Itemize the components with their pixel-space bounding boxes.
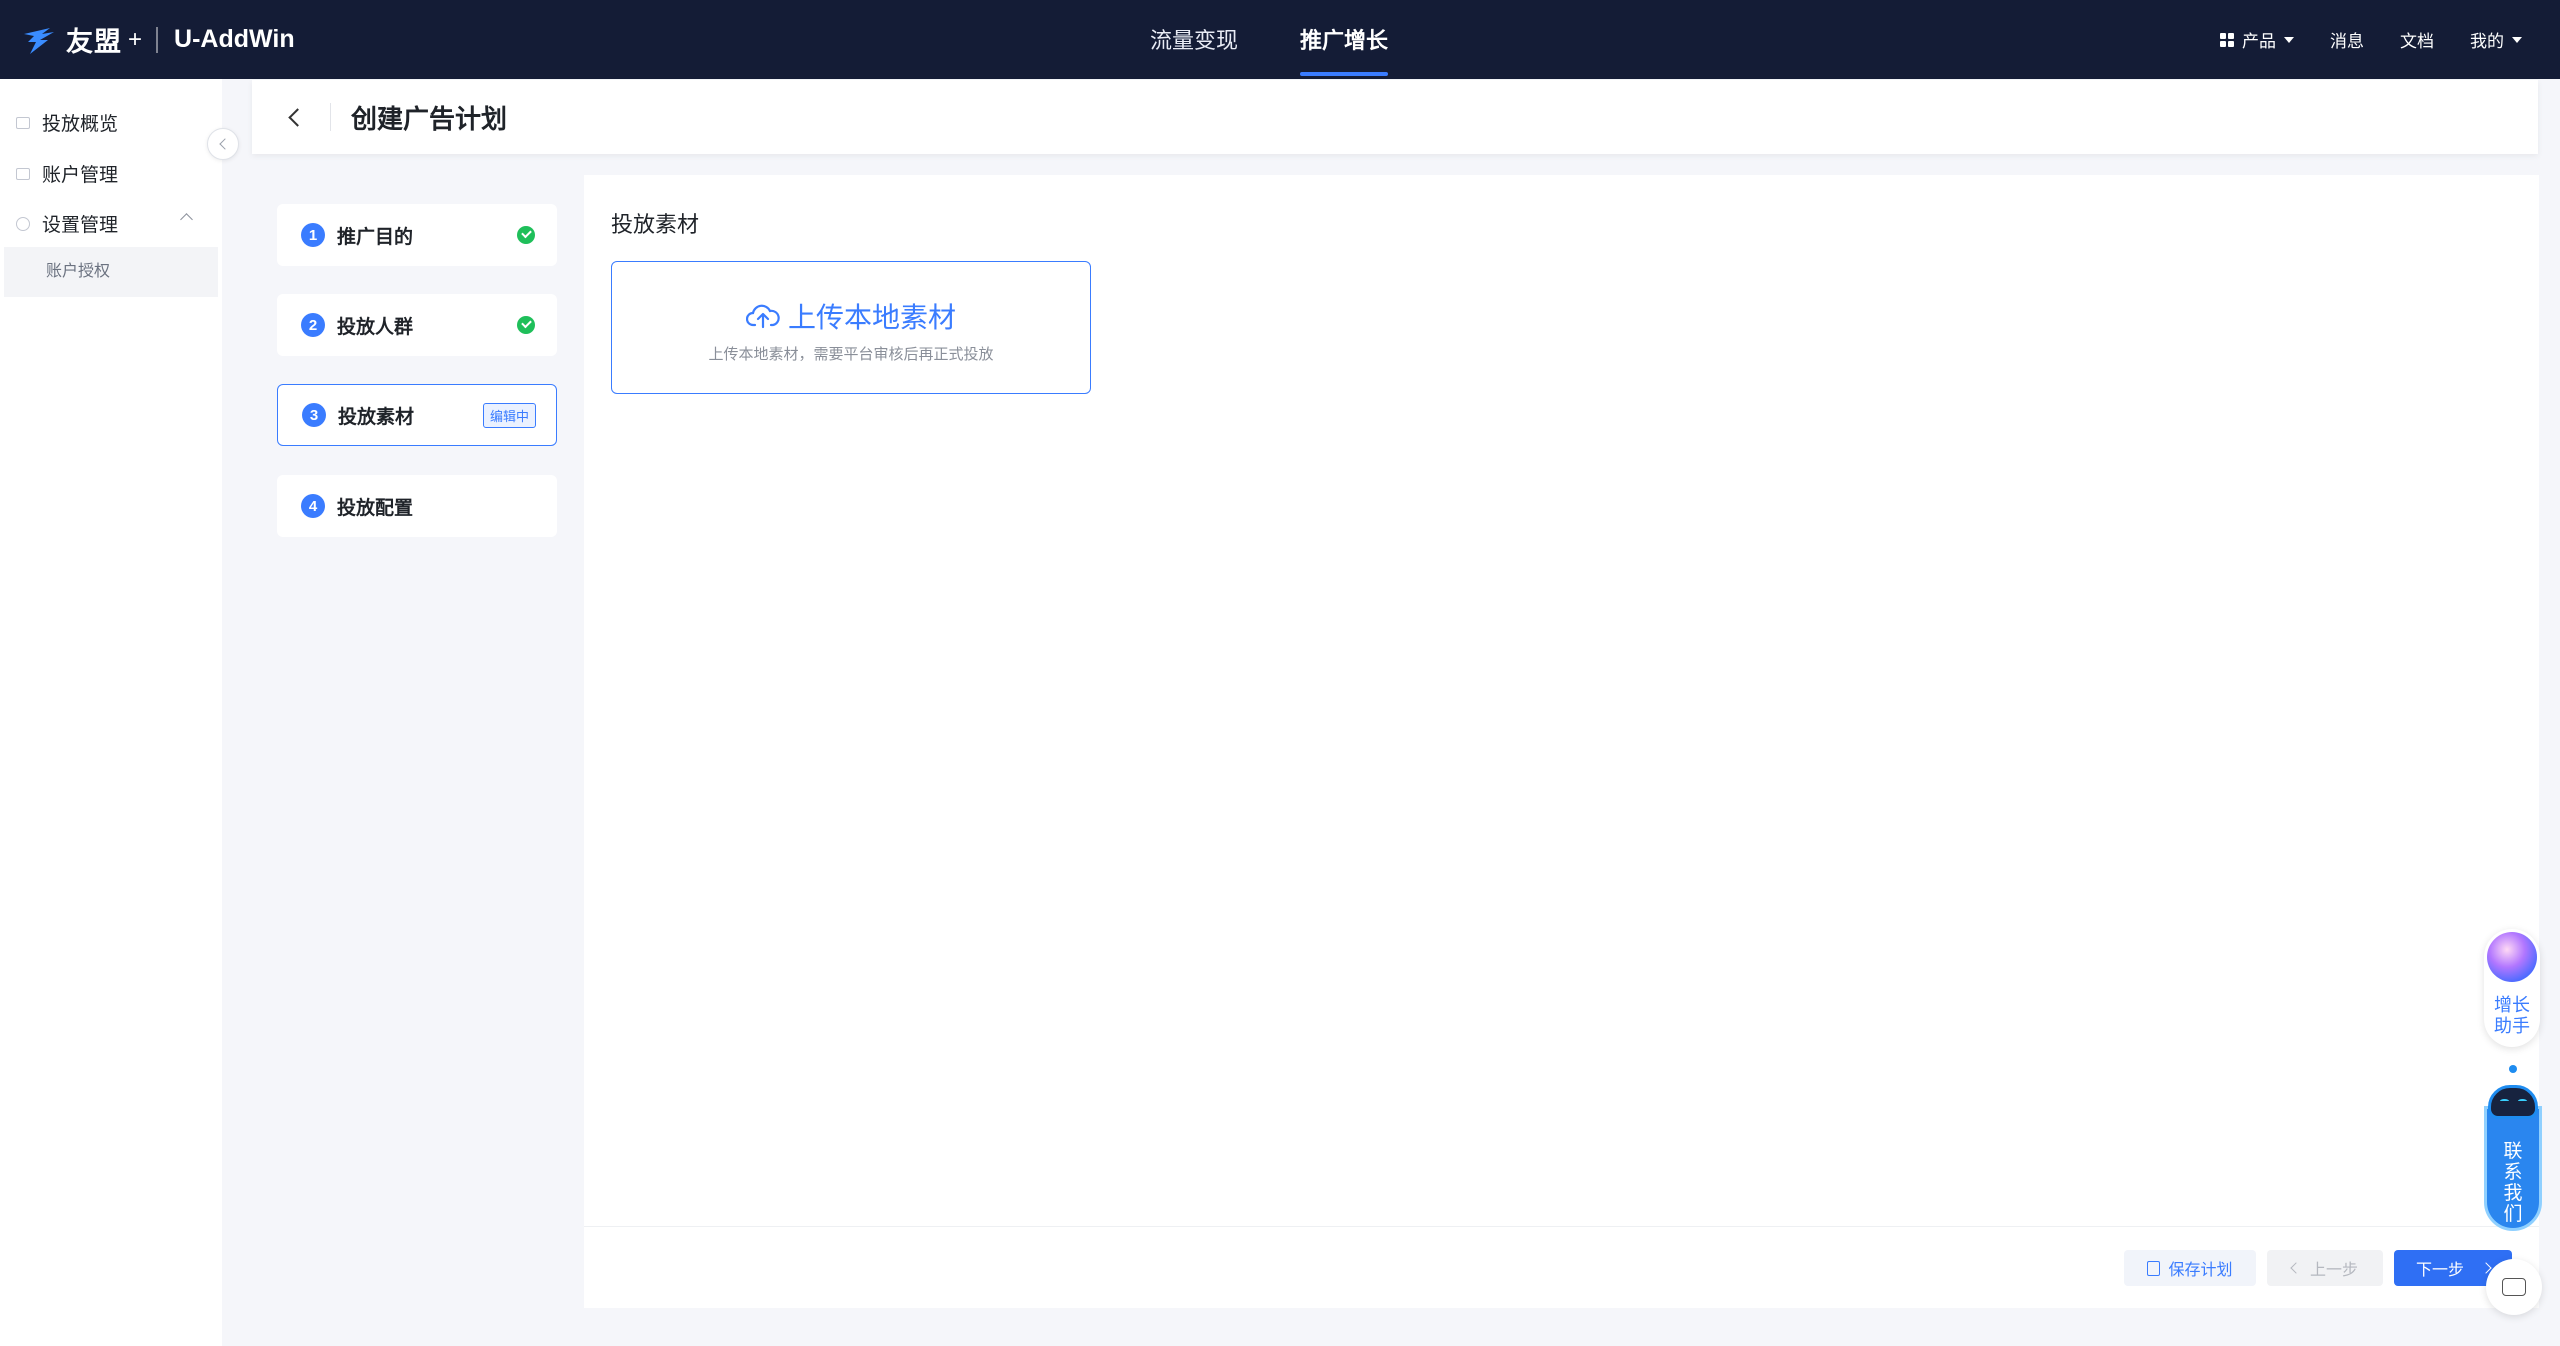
main-nav: 流量变现 推广增长: [1150, 0, 1450, 79]
step-label: 投放素材: [338, 406, 415, 428]
step-creative[interactable]: 3 投放素材 编辑中: [277, 384, 557, 446]
products-label: 产品: [2242, 32, 2276, 51]
page-title: 创建广告计划: [351, 103, 508, 134]
step-config[interactable]: 4 投放配置: [277, 475, 557, 537]
sidebar-item-settings[interactable]: 设置管理: [16, 210, 118, 237]
caret-down-icon: [2512, 36, 2522, 43]
brand-plus: +: [128, 25, 143, 53]
editing-badge: 编辑中: [482, 403, 536, 428]
content-panel: 投放素材 上传本地素材 上传本地素材，需要平台审核后再正式投放 保存计划 上一步…: [584, 175, 2539, 1308]
caret-down-icon: [2284, 36, 2294, 43]
docs-link[interactable]: 文档: [2400, 27, 2434, 52]
back-button[interactable]: [264, 97, 324, 137]
nav-traffic-monetization[interactable]: 流量变现: [1150, 0, 1238, 79]
sidebar-item-account[interactable]: 账户管理: [16, 160, 118, 187]
top-right-menu: 产品 消息 文档 我的: [2184, 0, 2522, 79]
sidebar-item-label: 投放概览: [42, 114, 119, 135]
feedback-button[interactable]: [2486, 1259, 2542, 1315]
mine-menu[interactable]: 我的: [2470, 27, 2522, 52]
chevron-left-icon: [2290, 1262, 2302, 1274]
sidebar-collapse-button[interactable]: [207, 128, 239, 160]
upload-local-material-card[interactable]: 上传本地素材 上传本地素材，需要平台审核后再正式投放: [611, 261, 1091, 394]
check-circle-icon: [517, 316, 535, 334]
step-label: 推广目的: [337, 226, 414, 248]
cloud-upload-icon: [745, 304, 780, 329]
messages-link[interactable]: 消息: [2330, 27, 2364, 52]
apps-grid-icon: [2220, 32, 2234, 47]
check-circle-icon: [517, 226, 535, 244]
umeng-logo-icon: [24, 27, 54, 54]
upload-hint: 上传本地素材，需要平台审核后再正式投放: [708, 346, 994, 363]
footer-divider: [584, 1226, 2539, 1227]
robot-icon: [2488, 1085, 2538, 1119]
sidebar-subitem-account-auth[interactable]: 账户授权: [4, 247, 218, 297]
robot-antenna-icon: [2509, 1065, 2517, 1073]
list-icon: [16, 116, 30, 129]
save-label: 保存计划: [2168, 1262, 2233, 1279]
upload-title: 上传本地素材: [787, 302, 956, 333]
product-name: U-AddWin: [174, 25, 295, 53]
section-title: 投放素材: [611, 212, 700, 237]
step-audience[interactable]: 2 投放人群: [277, 294, 557, 356]
step-number: 1: [301, 223, 325, 247]
page-header: 创建广告计划: [252, 80, 2538, 154]
step-promotion-goal[interactable]: 1 推广目的: [277, 204, 557, 266]
prev-label: 上一步: [2309, 1262, 2358, 1279]
sidebar-item-overview[interactable]: 投放概览: [16, 109, 118, 136]
nav-promotion-growth[interactable]: 推广增长: [1300, 0, 1389, 79]
products-menu[interactable]: 产品: [2220, 27, 2294, 52]
save-icon: [2147, 1260, 2161, 1276]
contact-us-label: 联 系 我 们: [2484, 1106, 2542, 1231]
step-number: 3: [302, 403, 326, 427]
chevron-left-icon: [218, 138, 231, 150]
step-label: 投放人群: [337, 316, 414, 338]
feedback-icon: [2502, 1278, 2526, 1296]
growth-orb-icon: [2487, 932, 2537, 982]
gear-icon: [16, 216, 30, 231]
brand-divider: [156, 26, 159, 53]
mine-label: 我的: [2470, 32, 2504, 51]
header-divider: [330, 103, 331, 131]
previous-step-button[interactable]: 上一步: [2267, 1250, 2383, 1286]
account-icon: [16, 167, 30, 180]
sidebar: 投放概览 账户管理 设置管理 账户授权: [0, 79, 222, 1346]
sidebar-item-label: 账户管理: [42, 165, 119, 186]
growth-assistant-label: 增长 助手: [2494, 995, 2530, 1036]
save-plan-button[interactable]: 保存计划: [2124, 1250, 2256, 1286]
step-label: 投放配置: [337, 497, 414, 519]
step-number: 4: [301, 494, 325, 518]
step-number: 2: [301, 313, 325, 337]
sidebar-item-label: 设置管理: [42, 215, 119, 236]
chevron-up-icon[interactable]: [180, 213, 193, 226]
upload-title-row: 上传本地素材: [612, 296, 1090, 336]
next-label: 下一步: [2415, 1262, 2464, 1279]
brand-name: 友盟: [66, 27, 122, 57]
back-arrow-icon: [287, 107, 307, 127]
brand[interactable]: 友盟 + U-AddWin: [20, 0, 295, 79]
top-navigation-bar: 友盟 + U-AddWin 流量变现 推广增长 产品 消息 文档 我的: [0, 0, 2560, 79]
contact-us-widget[interactable]: 联 系 我 们: [2484, 1065, 2542, 1231]
growth-assistant-widget[interactable]: 增长 助手: [2484, 929, 2540, 1047]
